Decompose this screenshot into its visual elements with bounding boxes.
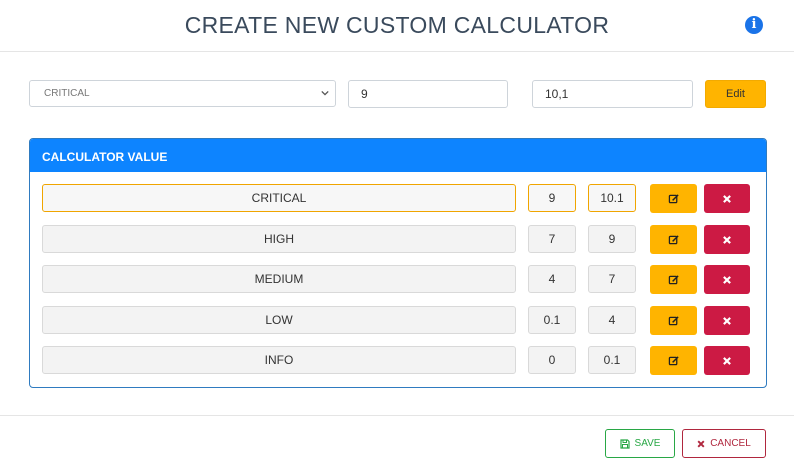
- save-button[interactable]: SAVE: [605, 429, 675, 458]
- min-value-input[interactable]: [348, 80, 508, 108]
- close-icon: [723, 194, 731, 203]
- row-edit-button[interactable]: [650, 346, 697, 375]
- chevron-down-icon: [321, 90, 329, 96]
- close-icon: [723, 356, 731, 365]
- edit-icon: [668, 355, 679, 365]
- max-value-field[interactable]: 7: [588, 265, 636, 293]
- edit-icon: [668, 193, 679, 203]
- min-value-field[interactable]: 0.1: [528, 306, 576, 334]
- max-value-input[interactable]: [532, 80, 693, 108]
- calculator-card: CALCULATOR VALUE CRITICAL 9 10.1 HIGH 7 …: [29, 138, 767, 388]
- row-delete-button[interactable]: [704, 225, 750, 254]
- cancel-button[interactable]: CANCEL: [682, 429, 766, 458]
- edit-icon: [668, 274, 679, 284]
- cancel-label: CANCEL: [710, 438, 751, 449]
- edit-icon: [668, 234, 679, 244]
- card-header: CALCULATOR VALUE: [30, 139, 766, 172]
- close-icon: [723, 275, 731, 284]
- max-value-field[interactable]: 9: [588, 225, 636, 253]
- info-icon[interactable]: i: [745, 16, 763, 34]
- row-edit-button[interactable]: [650, 184, 697, 213]
- level-name-field[interactable]: LOW: [42, 306, 516, 334]
- row-delete-button[interactable]: [704, 306, 750, 335]
- edit-icon: [668, 315, 679, 325]
- level-select[interactable]: CRITICAL: [29, 80, 336, 107]
- close-icon: [723, 316, 731, 325]
- calculator-row: LOW 0.1 4: [30, 306, 766, 335]
- max-value-field[interactable]: 4: [588, 306, 636, 334]
- calculator-row: CRITICAL 9 10.1: [30, 184, 766, 213]
- floppy-disk-icon: [619, 438, 630, 449]
- level-name-field[interactable]: CRITICAL: [42, 184, 516, 212]
- min-value-field[interactable]: 9: [528, 184, 576, 212]
- min-value-field[interactable]: 4: [528, 265, 576, 293]
- edit-button[interactable]: Edit: [705, 80, 766, 108]
- card-title: CALCULATOR VALUE: [42, 150, 168, 164]
- min-value-field[interactable]: 0: [528, 346, 576, 374]
- level-name-field[interactable]: HIGH: [42, 225, 516, 253]
- level-name-field[interactable]: INFO: [42, 346, 516, 374]
- max-value-field[interactable]: 0.1: [588, 346, 636, 374]
- calculator-row: MEDIUM 4 7: [30, 265, 766, 294]
- level-select-value: CRITICAL: [44, 88, 90, 99]
- max-value-field[interactable]: 10.1: [588, 184, 636, 212]
- close-icon: [697, 440, 705, 447]
- modal-title: CREATE NEW CUSTOM CALCULATOR: [184, 12, 610, 38]
- calculator-row: INFO 0 0.1: [30, 346, 766, 375]
- modal-header: CREATE NEW CUSTOM CALCULATOR i: [0, 0, 794, 52]
- row-delete-button[interactable]: [704, 184, 750, 213]
- row-edit-button[interactable]: [650, 225, 697, 254]
- modal-footer-divider: [0, 415, 794, 416]
- close-icon: [723, 235, 731, 244]
- row-delete-button[interactable]: [704, 265, 750, 294]
- save-label: SAVE: [634, 438, 661, 449]
- row-edit-button[interactable]: [650, 265, 697, 294]
- row-delete-button[interactable]: [704, 346, 750, 375]
- calculator-row: HIGH 7 9: [30, 225, 766, 254]
- min-value-field[interactable]: 7: [528, 225, 576, 253]
- level-name-field[interactable]: MEDIUM: [42, 265, 516, 293]
- row-edit-button[interactable]: [650, 306, 697, 335]
